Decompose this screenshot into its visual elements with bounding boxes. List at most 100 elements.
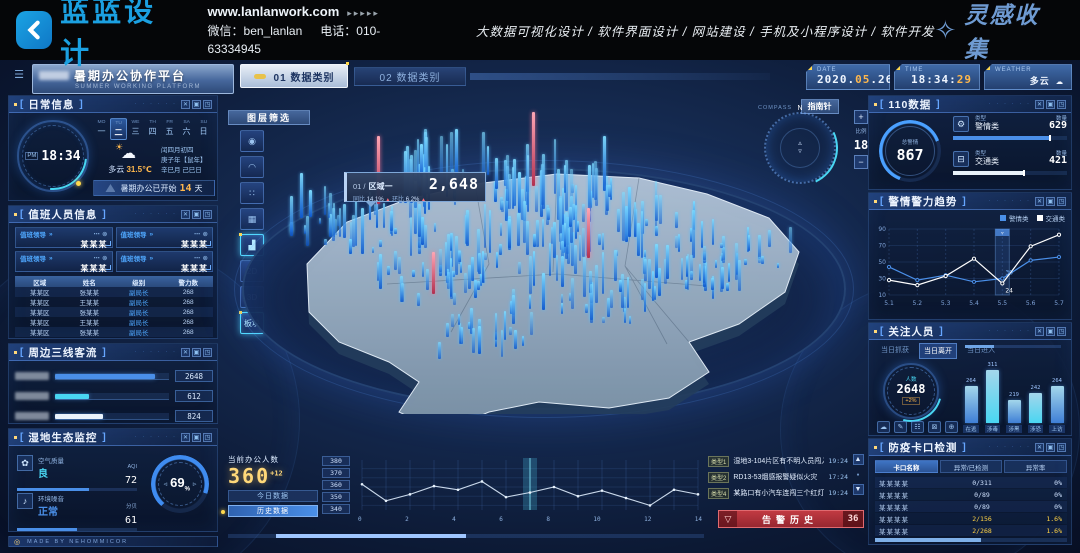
expand-icon[interactable]: ◳ <box>203 100 212 109</box>
close-icon[interactable]: ✕ <box>1035 100 1044 109</box>
more-icon[interactable]: ⋯ <box>194 254 201 262</box>
expand-icon[interactable]: ◳ <box>203 348 212 357</box>
expand-icon[interactable]: ◳ <box>1057 197 1066 206</box>
scroll-down-icon[interactable]: ▼ <box>853 484 864 495</box>
duty-card[interactable]: 值班领导»⋯⊗某某某 <box>15 227 113 248</box>
checkpoint-scrollbar[interactable] <box>875 538 1067 542</box>
checkpoint-row[interactable]: 某某某某0/890% <box>875 489 1067 500</box>
alert-row[interactable]: 类型1湿地3-104片区有不明人员闯入19:24 <box>708 454 848 468</box>
cloud-icon[interactable]: ☁ <box>877 421 890 433</box>
checkpoint-row[interactable]: 某某某某2/2681.6% <box>875 525 1067 536</box>
time-hm: 18:34: <box>911 73 957 86</box>
window-icon[interactable]: ▣ <box>192 348 201 357</box>
alert-row[interactable]: 类型4某路口有小汽车连闯三个红灯19:24 <box>708 486 848 500</box>
site-url[interactable]: www.lanlanwork.com <box>208 4 340 19</box>
checkpoint-row[interactable]: 某某某某0/890% <box>875 501 1067 512</box>
remove-icon[interactable]: ⊗ <box>102 254 107 262</box>
expand-icon[interactable]: ◳ <box>1057 443 1066 452</box>
zoom-out-button[interactable]: − <box>854 155 868 169</box>
timeline-scrollbar[interactable] <box>228 534 704 538</box>
alert-row[interactable]: 类型2RD13-53烟感报警疑似火灾17:24 <box>708 470 848 484</box>
window-icon[interactable]: ▣ <box>1046 443 1055 452</box>
checkpoint-column-header[interactable]: 卡口名称 <box>875 460 938 473</box>
checkpoint-column-header[interactable]: 异常率 <box>1004 460 1067 473</box>
duty-table-row[interactable]: 某某区张某某副局长268 <box>15 287 213 297</box>
lock-icon[interactable]: ⊠ <box>928 421 941 433</box>
duty-table-row[interactable]: 某某区张某某副局长268 <box>15 327 213 337</box>
alert-history-banner[interactable]: ▽ 告警历史 36 <box>718 510 864 528</box>
checkpoint-row[interactable]: 某某某某2/1561.6% <box>875 513 1067 524</box>
compass-ring[interactable]: N ▵ ▿ <box>764 112 836 184</box>
close-icon[interactable]: ✕ <box>1035 443 1044 452</box>
weekday-cell[interactable]: SA六 <box>178 118 195 140</box>
weekday-cell[interactable]: WE三 <box>127 118 144 140</box>
gauge-left-arrow-icon[interactable]: ◃ <box>164 480 168 488</box>
weekday-cell[interactable]: TU二 <box>110 118 127 140</box>
weekday-cell[interactable]: MO一 <box>93 118 110 140</box>
edit-icon[interactable]: ✎ <box>894 421 907 433</box>
list-icon[interactable]: ☷ <box>911 421 924 433</box>
window-icon[interactable]: ▣ <box>192 210 201 219</box>
window-icon[interactable]: ▣ <box>192 433 201 442</box>
duty-card[interactable]: 值班领导»⋯⊗某某某 <box>116 251 214 272</box>
tab-data-category-1[interactable]: 01 数据类别 <box>240 64 348 88</box>
close-icon[interactable]: ✕ <box>1035 197 1044 206</box>
checkpoint-row[interactable]: 某某某某0/3110% <box>875 477 1067 488</box>
checkpoint-column-header[interactable]: 异常/已检测 <box>940 460 1003 473</box>
map-3d-view[interactable]: 01 / 区域一 2,648 同比 14.1% ▲ 环比 6.2% ▲ COMP… <box>232 96 862 452</box>
window-icon[interactable]: ▣ <box>192 100 201 109</box>
map-column <box>571 278 574 309</box>
close-icon[interactable]: ✕ <box>181 433 190 442</box>
close-icon[interactable]: ✕ <box>1035 327 1044 336</box>
more-icon[interactable]: ⋯ <box>94 254 101 262</box>
scrollbar-thumb[interactable] <box>276 534 466 538</box>
map-column <box>654 286 656 300</box>
map-column <box>686 256 688 277</box>
duty-table-row[interactable]: 某某区王某某副局长268 <box>15 317 213 327</box>
duty-card[interactable]: 值班领导»⋯⊗某某某 <box>15 251 113 272</box>
scrollbar-thumb[interactable] <box>965 345 994 348</box>
focus-scrollbar[interactable] <box>965 345 1061 348</box>
map-column <box>426 269 429 291</box>
today-data-button[interactable]: 今日数据 <box>228 490 318 502</box>
scrollbar-thumb[interactable] <box>875 538 981 542</box>
duty-table-row[interactable]: 某某区张某某副局长268 <box>15 307 213 317</box>
expand-icon[interactable]: ◳ <box>1057 100 1066 109</box>
dots-decoration: · · · · · · <box>106 349 177 355</box>
tab-data-category-2[interactable]: 02 数据类别 <box>354 67 466 86</box>
expand-icon[interactable]: ◳ <box>1057 327 1066 336</box>
data-point <box>529 491 532 494</box>
tilt-down-icon[interactable]: ▿ <box>798 148 802 156</box>
remove-icon[interactable]: ⊗ <box>203 230 208 238</box>
remove-icon[interactable]: ⊗ <box>102 230 107 238</box>
close-icon[interactable]: ✕ <box>181 100 190 109</box>
more-icon[interactable]: ⋯ <box>94 230 101 238</box>
close-icon[interactable]: ✕ <box>181 210 190 219</box>
weekday-cell[interactable]: FR五 <box>161 118 178 140</box>
window-icon[interactable]: ▣ <box>1046 327 1055 336</box>
remove-icon[interactable]: ⊗ <box>203 254 208 262</box>
history-data-button[interactable]: 历史数据 <box>228 505 318 517</box>
window-icon[interactable]: ▣ <box>1046 100 1055 109</box>
window-icon[interactable]: ▣ <box>1046 197 1055 206</box>
focus-tab[interactable]: 当日离开 <box>919 343 957 359</box>
weekday-cell[interactable]: SU日 <box>195 118 212 140</box>
scroll-up-icon[interactable]: ▲ <box>853 454 864 465</box>
data-point <box>697 493 700 496</box>
tilt-up-icon[interactable]: ▵ <box>798 140 802 148</box>
focus-tab[interactable]: 当日抓获 <box>877 343 913 359</box>
panel-title: 关注人员 <box>888 324 934 339</box>
expand-icon[interactable]: ◳ <box>203 433 212 442</box>
zoom-in-button[interactable]: + <box>854 110 868 124</box>
more-icon[interactable]: ⋯ <box>194 230 201 238</box>
close-icon[interactable]: ✕ <box>181 348 190 357</box>
collection-brand[interactable]: ✧ 灵感收集 <box>935 0 1058 64</box>
target-icon[interactable]: ⊕ <box>945 421 958 433</box>
weekday-cell[interactable]: TH四 <box>144 118 161 140</box>
expand-icon[interactable]: ◳ <box>203 210 212 219</box>
duty-card[interactable]: 值班领导»⋯⊗某某某 <box>116 227 214 248</box>
alert-history-count: 36 <box>843 511 863 527</box>
gauge-right-arrow-icon[interactable]: ▹ <box>193 480 197 488</box>
logo[interactable]: 蓝蓝设计 <box>16 0 182 72</box>
duty-table-row[interactable]: 某某区王某某副局长268 <box>15 297 213 307</box>
